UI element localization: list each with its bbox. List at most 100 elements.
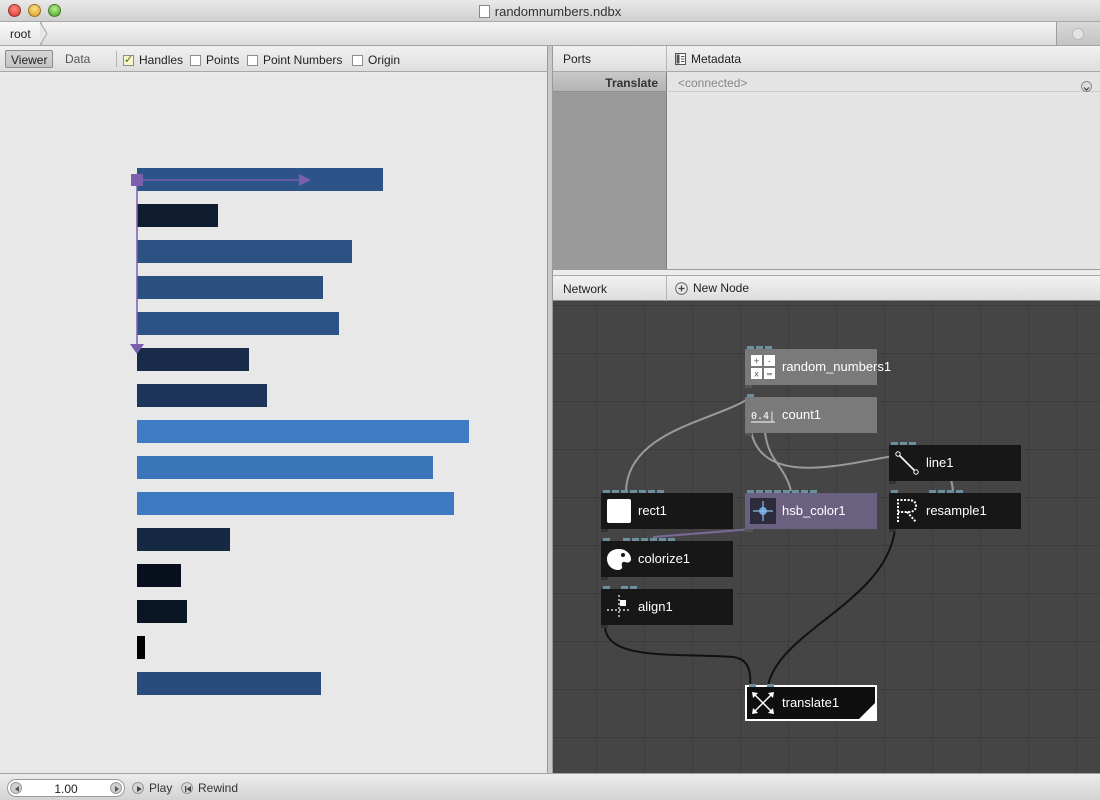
node-resample[interactable]: resample1 bbox=[889, 490, 1021, 532]
bar-3 bbox=[137, 240, 352, 263]
ports-header: Ports Metadata bbox=[553, 46, 1100, 72]
network-title: Network bbox=[563, 282, 608, 296]
node-label: align1 bbox=[638, 599, 673, 614]
bar-14 bbox=[137, 636, 145, 659]
window-title-text: randomnumbers.ndbx bbox=[494, 4, 622, 19]
play-button[interactable]: Play bbox=[132, 781, 172, 795]
count-icon: 0.4|1 bbox=[751, 411, 776, 423]
origin-checkbox[interactable]: Origin bbox=[352, 53, 400, 67]
translate-arrows-icon bbox=[752, 692, 774, 714]
palette-icon bbox=[607, 549, 631, 570]
checkbox-icon[interactable] bbox=[190, 54, 201, 66]
node-rect[interactable]: rect1 bbox=[601, 490, 733, 532]
svg-text:0.4|1: 0.4|1 bbox=[751, 411, 776, 422]
point-numbers-checkbox[interactable]: Point Numbers bbox=[247, 53, 342, 67]
wire-resample-translate bbox=[767, 527, 896, 687]
svg-text:+: + bbox=[753, 357, 760, 366]
align-icon bbox=[607, 595, 631, 619]
bar-8 bbox=[137, 420, 469, 443]
breadcrumb-separator-icon bbox=[40, 22, 48, 45]
node-line[interactable]: line1 bbox=[889, 442, 1021, 484]
origin-label: Origin bbox=[368, 53, 401, 67]
frame-decrement-button[interactable] bbox=[10, 782, 22, 794]
bars-graphic bbox=[130, 168, 469, 695]
wire-count-rect bbox=[625, 398, 749, 492]
checkbox-icon[interactable] bbox=[247, 54, 258, 66]
frame-field[interactable]: 1.00 bbox=[7, 779, 125, 797]
viewer-canvas[interactable] bbox=[0, 73, 547, 773]
playback-bar: 1.00 Play Rewind bbox=[0, 773, 1100, 800]
rectangle-icon bbox=[607, 499, 631, 523]
node-random-numbers[interactable]: + - x = random_numbers1 bbox=[745, 346, 891, 388]
network-canvas[interactable]: + - x = random_numbers1 0.4|1 count1 lin… bbox=[553, 301, 1100, 773]
svg-text:x: x bbox=[754, 370, 759, 379]
header-divider bbox=[666, 46, 667, 72]
circle-icon bbox=[1072, 28, 1084, 40]
bar-5 bbox=[137, 312, 339, 335]
node-label: resample1 bbox=[926, 503, 987, 518]
metadata-label: Metadata bbox=[691, 52, 742, 66]
toolbar-divider bbox=[116, 51, 117, 67]
rendered-flag-icon bbox=[859, 703, 875, 719]
wire-count-hsb bbox=[764, 431, 792, 492]
breadcrumb-end-control[interactable] bbox=[1056, 22, 1100, 45]
handle-origin[interactable] bbox=[131, 174, 143, 186]
new-node-button[interactable]: New Node bbox=[675, 281, 749, 295]
checkbox-checked-icon[interactable] bbox=[123, 53, 134, 66]
window-title: randomnumbers.ndbx bbox=[0, 4, 1100, 19]
wire-hsb-colorize bbox=[652, 528, 754, 538]
line-icon bbox=[895, 451, 919, 475]
bar-4 bbox=[137, 276, 323, 299]
node-label: translate1 bbox=[782, 695, 840, 710]
bar-12 bbox=[137, 564, 181, 587]
node-translate[interactable]: translate1 bbox=[745, 684, 877, 721]
port-labels-column: Translate bbox=[553, 72, 667, 269]
bar-10 bbox=[137, 492, 454, 515]
points-checkbox[interactable]: Points bbox=[190, 53, 239, 67]
node-label: line1 bbox=[926, 455, 954, 470]
metadata-icon bbox=[675, 53, 686, 65]
checkbox-icon[interactable] bbox=[352, 54, 363, 66]
node-label: rect1 bbox=[638, 503, 667, 518]
breadcrumb: root bbox=[0, 22, 1100, 46]
node-align[interactable]: align1 bbox=[601, 586, 733, 628]
metadata-button[interactable]: Metadata bbox=[675, 52, 741, 66]
viewer-toolbar: Viewer Data Handles Points Point Numbers… bbox=[0, 46, 547, 72]
frame-increment-button[interactable] bbox=[110, 782, 122, 794]
port-menu-button[interactable] bbox=[1081, 81, 1092, 92]
node-colorize[interactable]: colorize1 bbox=[601, 538, 733, 580]
port-value-translate[interactable]: <connected> bbox=[668, 72, 1100, 92]
resample-icon bbox=[897, 499, 918, 523]
chevron-down-icon bbox=[1083, 87, 1090, 91]
document-icon bbox=[478, 5, 490, 18]
tab-data[interactable]: Data bbox=[60, 50, 95, 68]
ports-title: Ports bbox=[563, 52, 592, 66]
node-label: colorize1 bbox=[638, 551, 691, 566]
frame-value[interactable]: 1.00 bbox=[28, 782, 104, 796]
node-label: count1 bbox=[782, 407, 822, 422]
triangle-left-icon bbox=[15, 786, 19, 792]
bar-7 bbox=[137, 384, 267, 407]
node-count[interactable]: 0.4|1 count1 bbox=[745, 394, 877, 436]
bar-11 bbox=[137, 528, 230, 551]
triangle-right-icon bbox=[115, 786, 119, 792]
color-picker-icon bbox=[750, 498, 776, 524]
node-label: hsb_color1 bbox=[782, 503, 846, 518]
handles-checkbox[interactable]: Handles bbox=[123, 53, 183, 67]
handles-label: Handles bbox=[139, 53, 184, 67]
points-label: Points bbox=[206, 53, 240, 67]
point-numbers-label: Point Numbers bbox=[263, 53, 343, 67]
bar-6 bbox=[137, 348, 249, 371]
bar-15 bbox=[137, 672, 321, 695]
title-bar: randomnumbers.ndbx bbox=[0, 0, 1100, 22]
tab-viewer[interactable]: Viewer bbox=[5, 50, 54, 68]
node-hsb-color[interactable]: hsb_color1 bbox=[745, 490, 877, 532]
rewind-label: Rewind bbox=[198, 781, 239, 795]
bar-13 bbox=[137, 600, 187, 623]
port-label-translate: Translate bbox=[553, 72, 666, 92]
rewind-button[interactable]: Rewind bbox=[181, 781, 238, 795]
breadcrumb-root[interactable]: root bbox=[0, 22, 42, 45]
plus-icon bbox=[675, 281, 688, 295]
ports-body: Translate <connected> bbox=[553, 72, 1100, 270]
calculator-icon: + - x = bbox=[751, 355, 775, 379]
